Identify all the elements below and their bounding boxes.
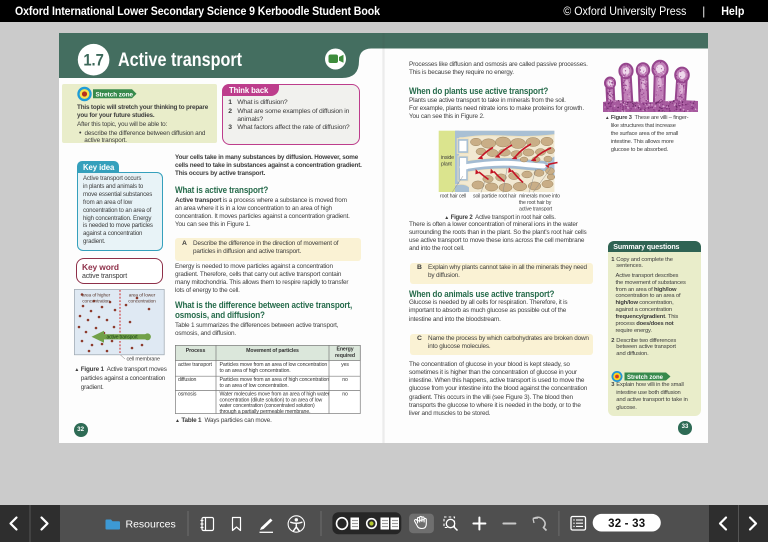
- svg-text:Stretch zone: Stretch zone: [96, 91, 134, 98]
- svg-text:cell membrane: cell membrane: [127, 357, 161, 362]
- svg-text:soil particle: soil particle: [473, 194, 497, 200]
- svg-text:to an area of low concentratio: to an area of low concentration.: [220, 383, 289, 389]
- svg-text:yes: yes: [341, 362, 349, 368]
- svg-text:area of lower: area of lower: [129, 293, 156, 299]
- svg-text:concentration: concentration: [83, 299, 111, 305]
- svg-text:diffusion: diffusion: [178, 377, 197, 383]
- svg-text:the root hair by: the root hair by: [519, 200, 552, 206]
- svg-text:Resources: Resources: [126, 519, 176, 531]
- svg-text:Energy: Energy: [337, 346, 354, 352]
- svg-text:inside: inside: [441, 155, 454, 161]
- svg-text:Movement of particles: Movement of particles: [246, 348, 299, 354]
- svg-text:Stretch zone: Stretch zone: [627, 374, 664, 380]
- svg-text:active transport: active transport: [519, 207, 553, 212]
- svg-text:active transport: active transport: [178, 362, 213, 368]
- svg-text:concentration: concentration: [129, 299, 157, 305]
- svg-text:to an area of high concentrati: to an area of high concentration.: [220, 368, 291, 374]
- svg-text:Process: Process: [186, 348, 206, 354]
- svg-text:required: required: [335, 353, 355, 359]
- svg-text:root hair cell: root hair cell: [440, 194, 466, 200]
- svg-text:Active transport: Active transport: [118, 50, 243, 71]
- svg-text:1.7: 1.7: [83, 52, 104, 70]
- svg-text:through a partially permeable: through a partially permeable membrane.: [220, 409, 311, 415]
- svg-text:plant: plant: [441, 162, 452, 168]
- svg-text:no: no: [342, 377, 348, 383]
- svg-text:32 - 33: 32 - 33: [608, 518, 645, 530]
- svg-text:root hair: root hair: [499, 194, 517, 200]
- svg-text:minerals move into: minerals move into: [519, 194, 560, 200]
- svg-text:active transport: active transport: [107, 335, 139, 341]
- svg-text:no: no: [342, 391, 348, 397]
- svg-text:area of higher: area of higher: [82, 293, 111, 299]
- svg-text:osmosis: osmosis: [178, 391, 197, 397]
